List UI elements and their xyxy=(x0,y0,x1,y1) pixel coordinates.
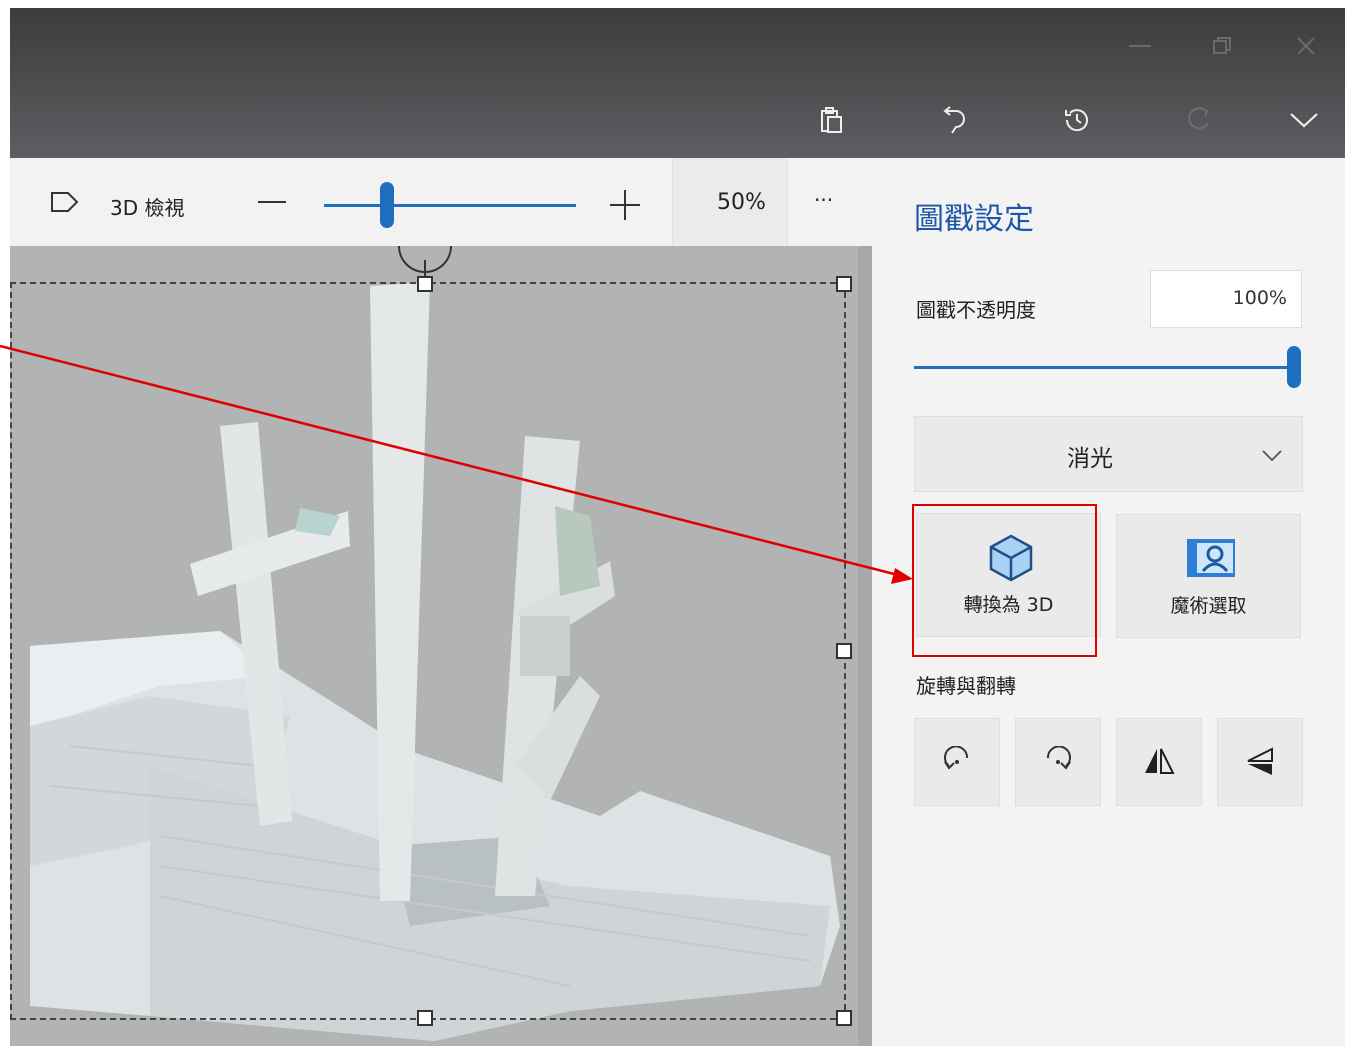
convert-label: 轉換為 3D xyxy=(963,594,1054,616)
rotate-right-button[interactable] xyxy=(1015,718,1101,806)
vertical-scrollbar[interactable] xyxy=(858,246,872,1046)
rotate-flip-label: 旋轉與翻轉 xyxy=(916,674,1016,698)
paste-button[interactable] xyxy=(808,96,856,144)
undo-button[interactable] xyxy=(930,96,978,144)
minimize-button[interactable] xyxy=(1120,30,1160,62)
redo-button[interactable] xyxy=(1176,96,1224,144)
resize-handle-right[interactable] xyxy=(836,643,852,659)
finish-dropdown[interactable]: 消光 xyxy=(914,416,1303,492)
view-3d-icon xyxy=(51,192,79,212)
magic-select-button[interactable]: 魔術選取 xyxy=(1116,514,1301,638)
paste-icon xyxy=(821,107,842,133)
restore-button[interactable] xyxy=(1202,30,1242,62)
history-icon xyxy=(1065,109,1088,132)
undo-icon xyxy=(943,106,965,134)
flip-vertical-button[interactable] xyxy=(1217,718,1303,806)
zoom-in-icon[interactable] xyxy=(610,190,640,220)
rotate-left-icon xyxy=(944,746,969,770)
title-bar xyxy=(10,8,1345,158)
opacity-label: 圖戳不透明度 xyxy=(916,298,1036,322)
zoom-slider-thumb[interactable] xyxy=(380,182,394,228)
redo-icon xyxy=(1188,107,1209,130)
restore-icon xyxy=(1213,37,1231,54)
opacity-input[interactable]: 100% xyxy=(1150,270,1302,328)
zoom-value: 50% xyxy=(717,190,766,215)
sticker-panel: 圖戳設定 圖戳不透明度 100% 消光 轉換為 3D 魔術選取 旋轉與翻轉 xyxy=(872,158,1345,1046)
chevron-down-icon xyxy=(1262,450,1282,462)
canvas-toolbar: 3D 檢視 50% ··· xyxy=(10,158,872,246)
resize-handle-top[interactable] xyxy=(417,276,433,292)
minimize-icon xyxy=(1129,45,1151,47)
rotate-handle[interactable] xyxy=(395,246,455,278)
zoom-slider[interactable] xyxy=(324,204,576,207)
cube-icon xyxy=(989,534,1033,582)
finish-value: 消光 xyxy=(1067,446,1113,472)
convert-to-3d-button[interactable]: 轉換為 3D xyxy=(916,513,1101,637)
resize-handle-bottom-right[interactable] xyxy=(836,1010,852,1026)
opacity-slider[interactable] xyxy=(914,366,1294,369)
chevron-down-icon xyxy=(1290,113,1318,128)
rotate-left-button[interactable] xyxy=(914,718,1000,806)
view-3d-label[interactable]: 3D 檢視 xyxy=(110,192,184,221)
close-icon xyxy=(1297,37,1315,55)
flip-vertical-icon xyxy=(1247,747,1273,775)
history-button[interactable] xyxy=(1053,96,1101,144)
flip-horizontal-icon xyxy=(1145,748,1175,774)
canvas[interactable] xyxy=(10,246,858,1046)
magic-select-label: 魔術選取 xyxy=(1170,595,1247,617)
zoom-value-box[interactable]: 50% xyxy=(672,158,788,246)
resize-handle-bottom[interactable] xyxy=(417,1010,433,1026)
resize-handle-top-right[interactable] xyxy=(836,276,852,292)
zoom-out-icon[interactable] xyxy=(258,200,288,204)
expand-button[interactable] xyxy=(1280,96,1328,144)
close-button[interactable] xyxy=(1286,30,1326,62)
panel-title: 圖戳設定 xyxy=(914,202,1034,237)
opacity-slider-thumb[interactable] xyxy=(1287,346,1301,388)
rotate-right-icon xyxy=(1046,746,1071,770)
flip-horizontal-button[interactable] xyxy=(1116,718,1202,806)
magic-select-icon xyxy=(1187,539,1235,577)
more-button[interactable]: ··· xyxy=(814,188,833,212)
selection-box[interactable] xyxy=(10,282,846,1020)
